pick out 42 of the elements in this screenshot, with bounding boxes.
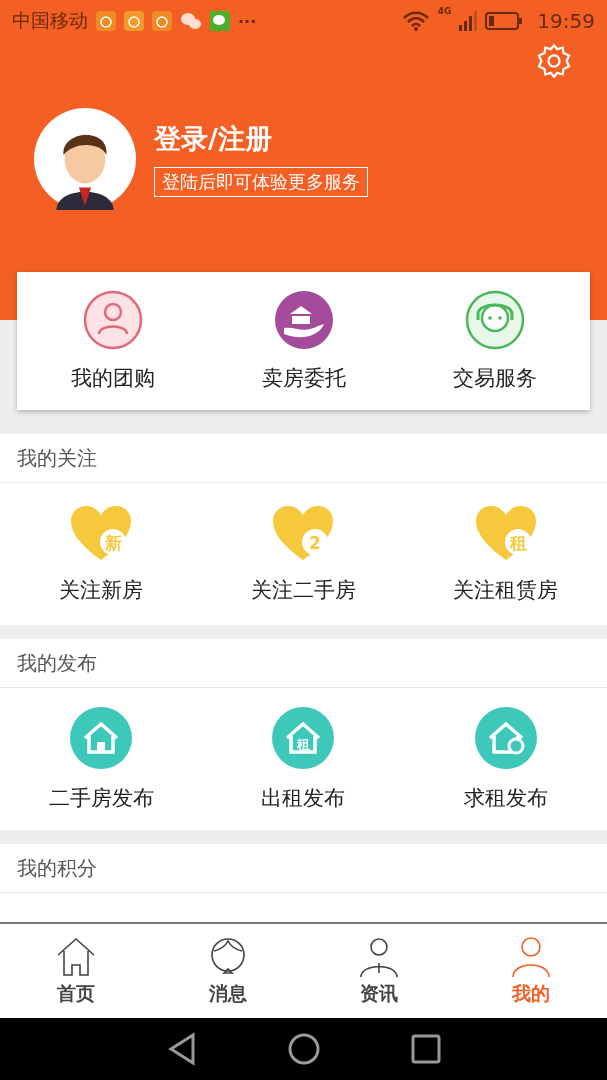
battery-icon	[485, 11, 524, 31]
service-label[interactable]: 交易服务	[452, 364, 537, 392]
menu-item-label[interactable]: 关注新房	[59, 576, 144, 604]
menu-item-label[interactable]: 关注租赁房	[453, 576, 559, 604]
section-title: 我的发布	[0, 639, 607, 688]
chat-app-icon	[210, 11, 230, 31]
service-label[interactable]: 我的团购	[70, 364, 155, 392]
settings-icon[interactable]	[535, 42, 573, 80]
app-notification-icon	[124, 11, 144, 31]
app-notification-icon	[152, 11, 172, 31]
tab[interactable]: 资讯	[303, 924, 456, 1018]
tab[interactable]: 消息	[151, 924, 304, 1018]
network-type: 4G	[437, 6, 452, 16]
section-title: 我的关注	[0, 434, 607, 483]
menu-item-label[interactable]: 出租发布	[261, 784, 346, 812]
home-circle-icon[interactable]	[286, 1032, 321, 1066]
recents-icon[interactable]	[410, 1034, 441, 1064]
signal-icon	[459, 11, 478, 31]
bank-hand-icon	[273, 290, 334, 350]
house-search-icon	[473, 706, 538, 770]
tab[interactable]: 首页	[0, 924, 152, 1018]
clock-time: 19:59	[537, 9, 595, 33]
house-icon	[69, 706, 134, 770]
chat-icon	[180, 11, 202, 31]
back-icon[interactable]	[166, 1032, 197, 1066]
heart-icon: 租	[473, 504, 538, 562]
service-label[interactable]: 卖房委托	[261, 364, 346, 392]
avatar[interactable]	[34, 108, 136, 210]
heart-icon: 2	[271, 504, 336, 562]
carrier-name: 中国移动	[12, 8, 88, 33]
menu-item-label[interactable]: 求租发布	[463, 784, 548, 812]
more-notifications: ···	[238, 11, 257, 31]
menu-item-label[interactable]: 二手房发布	[48, 784, 154, 812]
app-notification-icon	[96, 11, 116, 31]
headset-agent-icon	[464, 290, 525, 350]
wifi-icon	[401, 11, 430, 31]
people-icon	[82, 290, 143, 350]
house-icon: 租	[271, 706, 336, 770]
login-hint: 登陆后即可体验更多服务	[154, 167, 368, 197]
menu-item-label[interactable]: 关注二手房	[251, 576, 356, 604]
heart-icon: 新	[69, 504, 134, 562]
section-title: 我的积分	[0, 844, 607, 893]
